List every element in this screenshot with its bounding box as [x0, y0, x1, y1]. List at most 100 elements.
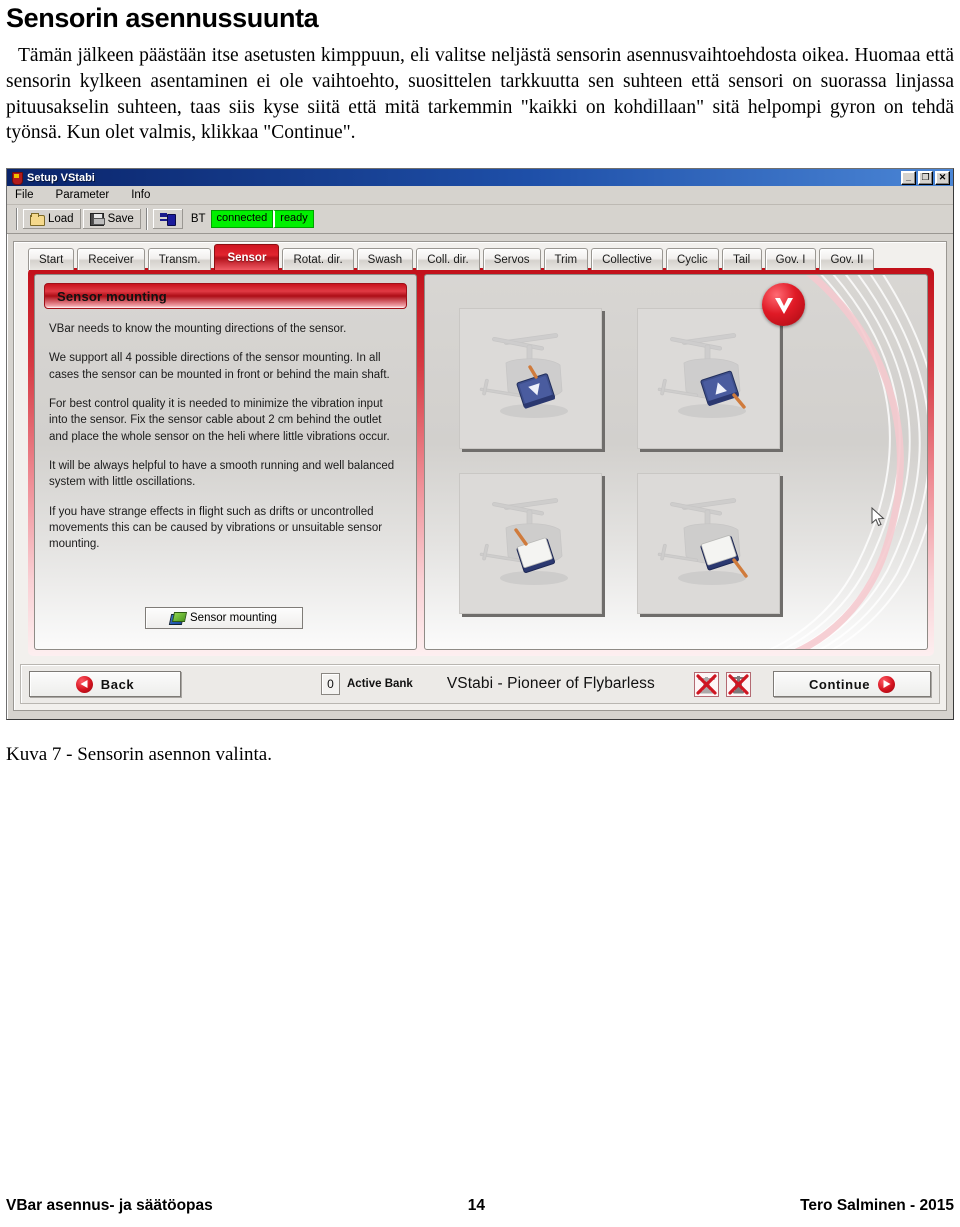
folder-open-icon [30, 213, 45, 226]
minimize-icon: _ [905, 171, 911, 182]
tab-servos-label: Servos [493, 253, 530, 266]
page-title: Sensorin asennussuunta [6, 3, 319, 33]
plug-connect-icon [159, 213, 176, 226]
mounting-option-2[interactable] [637, 283, 805, 449]
footer-right-text: Tero Salminen - 2015 [800, 1197, 954, 1214]
tab-swash[interactable]: Swash [356, 248, 414, 270]
intro-paragraph: Tämän jälkeen päästään itse asetusten ki… [0, 34, 960, 147]
selected-check-badge [762, 283, 805, 326]
brand-label: VStabi - Pioneer of Flybarless [446, 675, 655, 692]
connection-status: connected ready [210, 210, 314, 228]
load-button-label: Load [48, 213, 74, 225]
connect-button[interactable] [151, 208, 184, 230]
tab-rotation-direction[interactable]: Rotat. dir. [282, 248, 354, 270]
load-button[interactable]: Load [22, 208, 82, 230]
menu-item-info[interactable]: Info [131, 189, 150, 201]
tab-tail-label: Tail [732, 253, 751, 266]
maximize-icon: ❐ [921, 171, 930, 182]
helicopter-sensor-right-icon [657, 497, 748, 585]
window-controls: _ ❐ ✕ [901, 170, 951, 185]
footer-page-number: 14 [467, 1197, 486, 1214]
warning-icons [694, 671, 751, 697]
wizard-bottom-bar: Back 0 Active Bank VStabi - Pioneer of F… [20, 664, 940, 704]
minimize-button[interactable]: _ [901, 170, 916, 185]
mouse-cursor-icon [871, 507, 885, 527]
tab-receiver-label: Receiver [88, 253, 134, 266]
menu-item-parameter[interactable]: Parameter [56, 189, 110, 201]
mounting-option-1[interactable] [459, 308, 602, 449]
continue-button-label: Continue [808, 676, 871, 692]
panel-header: Sensor mounting [44, 283, 407, 309]
tab-servos[interactable]: Servos [482, 248, 541, 270]
tab-sensor[interactable]: Sensor [214, 244, 280, 270]
continue-arrow-icon [878, 675, 896, 693]
helicopter-sensor-left-icon [479, 497, 568, 585]
tab-governor-1[interactable]: Gov. I [764, 248, 817, 270]
intro-paragraph-text: Tämän jälkeen päästään itse asetusten ki… [6, 44, 954, 144]
maximize-button[interactable]: ❐ [918, 170, 933, 185]
floppy-disk-icon [89, 212, 105, 226]
mounting-option-grid [459, 283, 805, 614]
tab-bar: Start Receiver Transm. Sensor Rotat. dir… [28, 244, 940, 270]
panel-paragraph-3: For best control quality it is needed to… [49, 397, 390, 443]
toolbar-separator [16, 208, 18, 230]
window-titlebar[interactable]: Setup VStabi _ ❐ ✕ [7, 169, 953, 186]
sensor-mounting-info-panel: Sensor mounting VBar needs to know the m… [34, 274, 417, 650]
tab-start-label: Start [39, 253, 64, 266]
tab-transmitter-label: Transm. [158, 253, 201, 266]
helicopter-sensor-up-icon [657, 332, 746, 418]
tab-receiver[interactable]: Receiver [77, 248, 145, 270]
tab-collective-direction-label: Coll. dir. [427, 253, 469, 266]
active-bank-value: 0 [321, 673, 340, 695]
figure-caption: Kuva 7 - Sensorin asennon valinta. [6, 744, 272, 765]
window-title: Setup VStabi [27, 171, 95, 184]
tab-sensor-label: Sensor [227, 251, 267, 264]
status-badge-connected: connected [210, 210, 274, 228]
helicopter-sensor-down-icon [479, 332, 568, 418]
menu-item-file[interactable]: File [15, 189, 34, 201]
tab-collective-direction[interactable]: Coll. dir. [416, 248, 480, 270]
tab-start[interactable]: Start [28, 248, 75, 270]
close-button[interactable]: ✕ [935, 170, 950, 185]
tab-cyclic-label: Cyclic [676, 253, 708, 266]
tab-collective[interactable]: Collective [591, 248, 663, 270]
tab-governor-1-label: Gov. I [775, 253, 806, 266]
mounting-option-3[interactable] [459, 473, 602, 614]
tab-collective-label: Collective [602, 253, 652, 266]
save-button[interactable]: Save [81, 208, 142, 230]
sensor-mounting-help-button-label: Sensor mounting [190, 612, 277, 624]
panel-header-label: Sensor mounting [57, 288, 167, 304]
panel-paragraph-4: It will be always helpful to have a smoo… [49, 459, 395, 489]
panel-description: VBar needs to know the mounting directio… [35, 309, 416, 553]
back-button[interactable]: Back [29, 671, 181, 697]
sensor-orientation-panel [424, 274, 928, 650]
page-footer: VBar asennus- ja säätöopas 14 Tero Salmi… [0, 1197, 960, 1215]
sensor-mounting-help-button[interactable]: Sensor mounting [144, 607, 303, 629]
tab-governor-2[interactable]: Gov. II [819, 248, 875, 270]
tab-trim[interactable]: Trim [543, 248, 589, 270]
app-icon [10, 171, 23, 185]
tab-governor-2-label: Gov. II [830, 253, 864, 266]
content-frame: Sensor mounting VBar needs to know the m… [28, 268, 934, 656]
panel-paragraph-1: VBar needs to know the mounting directio… [49, 323, 347, 335]
no-flight-warning-icon [694, 671, 719, 697]
save-button-label: Save [107, 213, 134, 225]
sensor-mounting-button-wrap: Sensor mounting [35, 607, 416, 629]
tab-tail[interactable]: Tail [721, 248, 762, 270]
tab-transmitter[interactable]: Transm. [147, 248, 212, 270]
panel-paragraph-5: If you have strange effects in flight su… [49, 505, 383, 551]
no-motor-warning-icon [726, 671, 751, 697]
tab-rotation-direction-label: Rotat. dir. [293, 253, 343, 266]
book-icon [170, 612, 184, 624]
tab-trim-label: Trim [554, 253, 578, 266]
client-area: Start Receiver Transm. Sensor Rotat. dir… [13, 241, 947, 711]
check-icon [774, 297, 793, 314]
panel-paragraph-2: We support all 4 possible directions of … [49, 352, 390, 381]
bluetooth-label: BT [190, 213, 206, 225]
back-button-label: Back [100, 676, 135, 692]
continue-button[interactable]: Continue [773, 671, 931, 697]
tab-cyclic[interactable]: Cyclic [665, 248, 719, 270]
mounting-option-4[interactable] [637, 473, 780, 614]
back-arrow-icon [75, 675, 93, 693]
active-bank-label: Active Bank [347, 678, 413, 690]
